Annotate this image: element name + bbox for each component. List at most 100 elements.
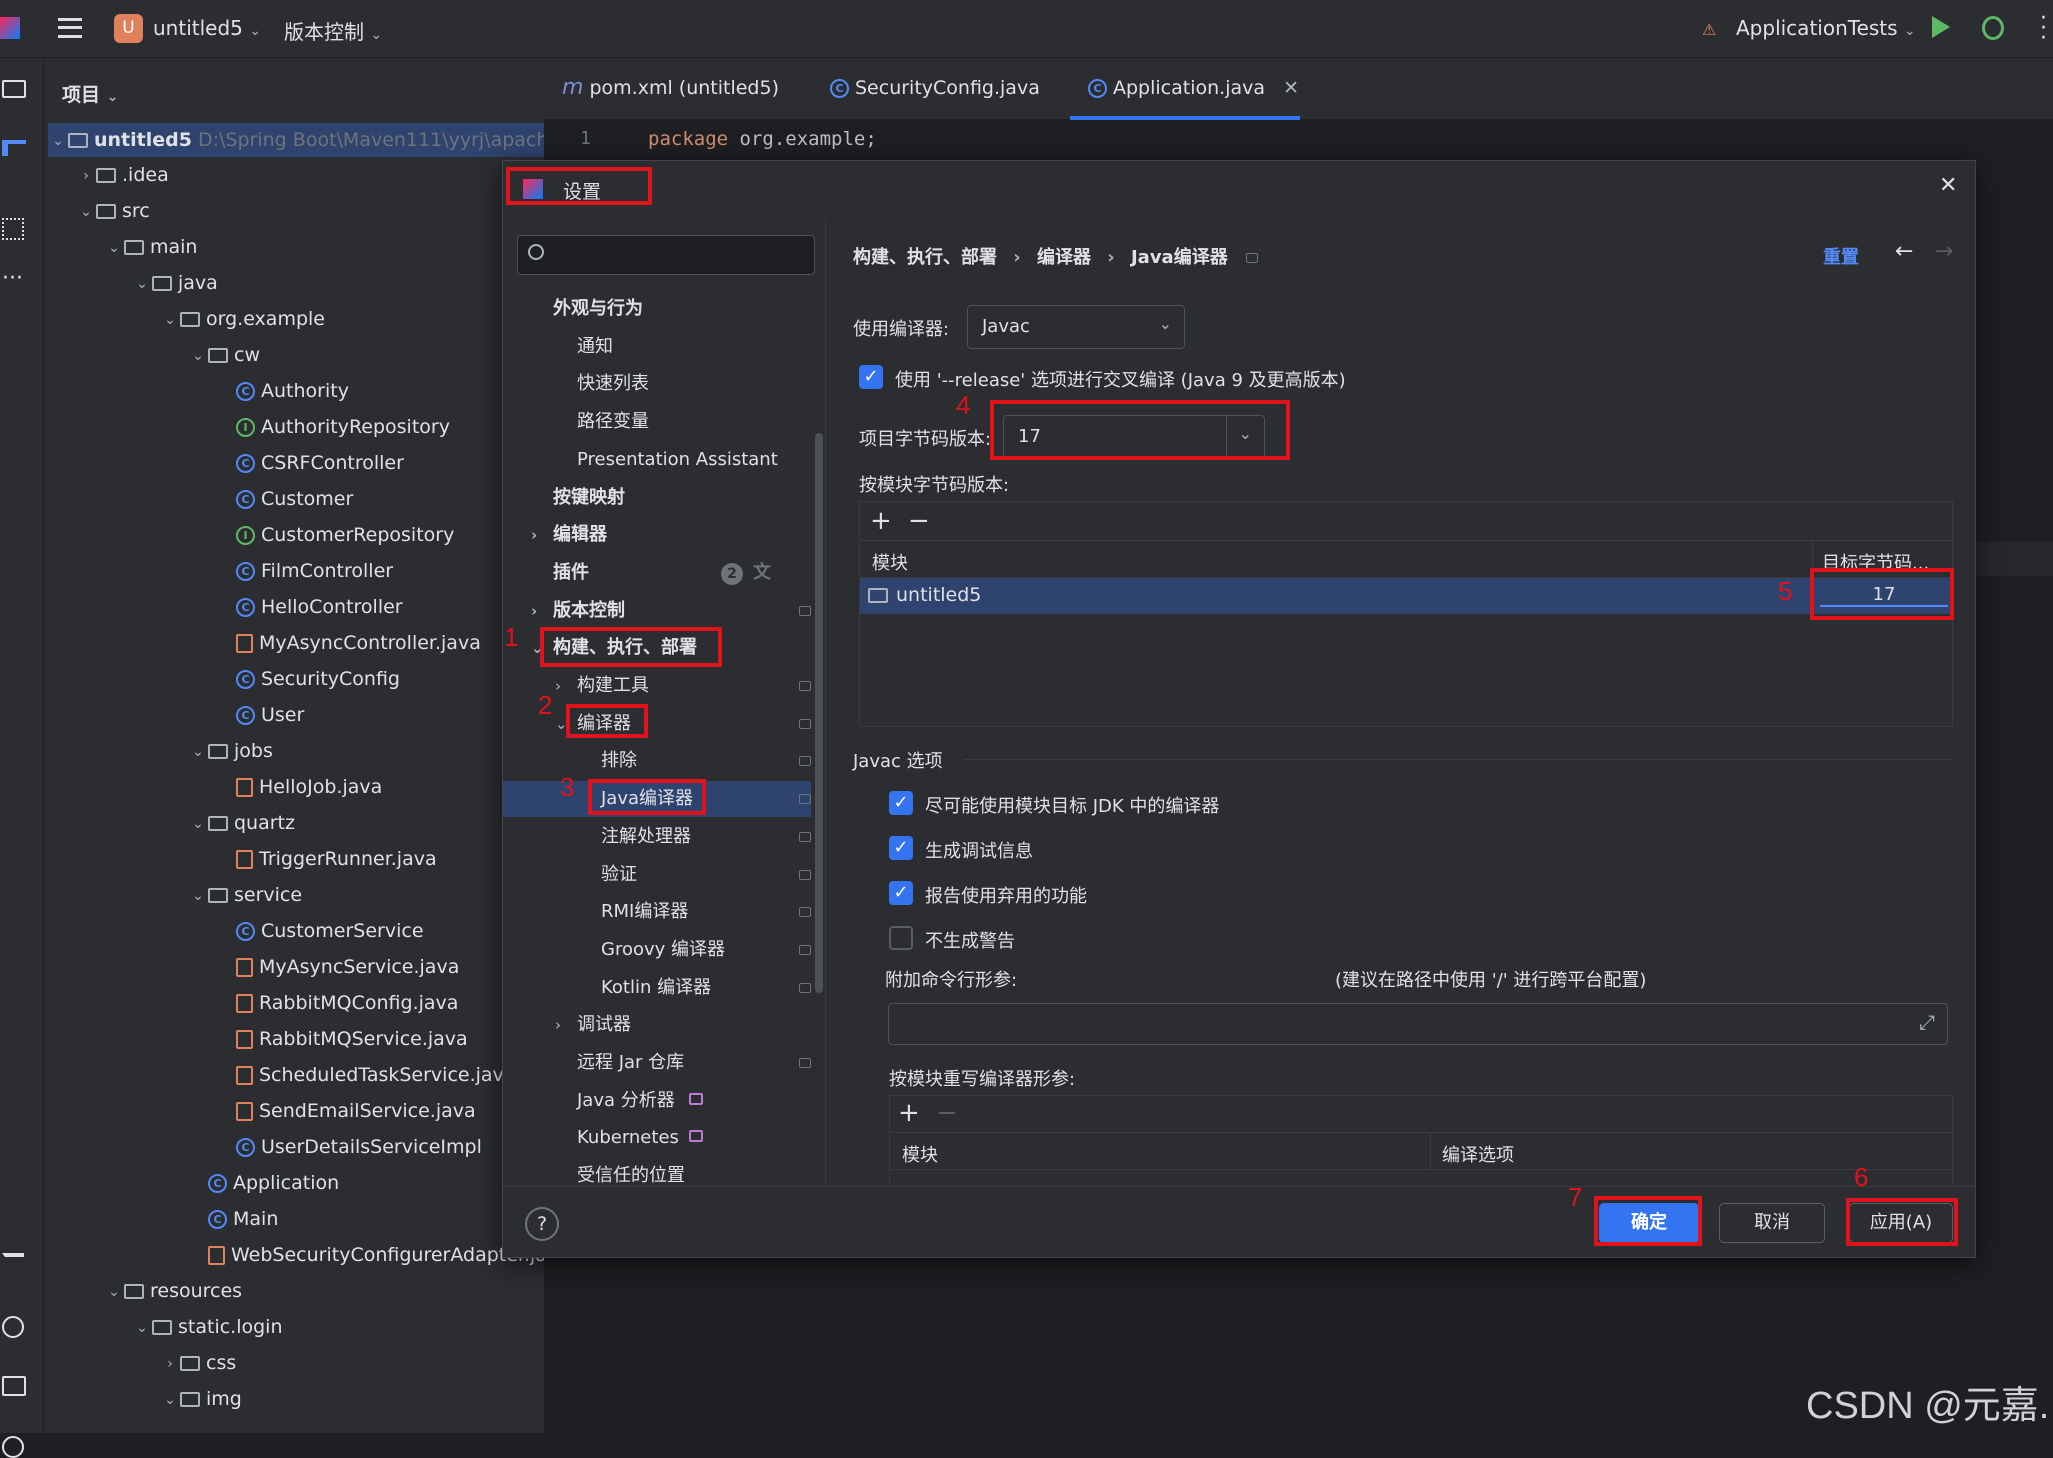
opt3-checkbox[interactable]: ✓ <box>889 881 913 905</box>
opt4-checkbox[interactable] <box>889 926 913 950</box>
terminal-tool-icon[interactable] <box>2 1376 26 1396</box>
code-line[interactable]: package org.example; <box>648 128 877 150</box>
settings-nav-item[interactable]: 注解处理器 <box>503 819 811 855</box>
structure-tool-icon[interactable] <box>2 140 26 156</box>
reset-link[interactable]: 重置 <box>1823 243 1859 269</box>
run-config-selector[interactable]: ApplicationTests ⌄ <box>1736 16 1916 40</box>
tree-item[interactable]: MyAsyncService.java <box>216 950 459 984</box>
close-icon[interactable]: ✕ <box>1283 77 1299 99</box>
tree-item[interactable]: MyAsyncController.java <box>216 626 481 660</box>
tree-item[interactable]: TriggerRunner.java <box>216 842 437 876</box>
tab-securityconfig[interactable]: C SecurityConfig.java <box>830 58 1040 118</box>
opt1-checkbox[interactable]: ✓ <box>889 791 913 815</box>
tree-item[interactable]: I AuthorityRepository <box>216 410 450 444</box>
settings-nav-item[interactable]: 通知 <box>503 329 811 365</box>
settings-nav-item[interactable]: 插件 2 文 <box>503 555 811 591</box>
settings-nav-item[interactable]: › 版本控制 <box>503 593 811 629</box>
tree-item[interactable]: ⌄ static.login <box>132 1310 282 1344</box>
settings-nav-item[interactable]: 路径变量 <box>503 404 811 440</box>
tree-item[interactable]: C Authority <box>216 374 349 408</box>
settings-nav-item[interactable]: › 编辑器 <box>503 517 811 553</box>
add-icon[interactable]: + <box>870 506 892 536</box>
tree-item[interactable]: › css <box>160 1346 236 1380</box>
cancel-button[interactable]: 取消 <box>1719 1203 1825 1243</box>
tree-item[interactable]: HelloJob.java <box>216 770 382 804</box>
settings-nav-item[interactable]: Groovy 编译器 <box>503 932 811 968</box>
tree-item[interactable]: ⌄ main <box>104 230 197 264</box>
tree-item[interactable]: ⌄ java <box>132 266 218 300</box>
add-icon[interactable]: + <box>898 1098 920 1128</box>
tree-item[interactable]: › .idea <box>76 158 169 192</box>
project-badge[interactable]: U <box>114 14 143 43</box>
settings-nav-item[interactable]: Presentation Assistant <box>503 442 811 478</box>
project-panel-header[interactable]: 项目 ⌄ <box>62 80 118 107</box>
breadcrumb-item[interactable]: 构建、执行、部署 <box>853 247 997 268</box>
settings-nav-item[interactable]: Kotlin 编译器 <box>503 970 811 1006</box>
settings-nav-item[interactable]: › 调试器 <box>503 1007 811 1043</box>
vcs-menu[interactable]: 版本控制 ⌄ <box>284 16 382 45</box>
project-tool-icon[interactable] <box>2 80 26 98</box>
run-icon[interactable] <box>1932 16 1950 38</box>
tree-item[interactable]: ⌄ img <box>160 1382 242 1416</box>
help-button[interactable]: ? <box>525 1207 559 1241</box>
tree-item[interactable]: ⌄ cw <box>188 338 260 372</box>
settings-nav-item[interactable]: RMI编译器 <box>503 894 811 930</box>
more-icon[interactable]: · · · <box>2040 8 2047 50</box>
build-tool-icon[interactable] <box>2 1253 24 1277</box>
tree-item[interactable]: RabbitMQService.java <box>216 1022 468 1056</box>
tree-item[interactable]: ⌄ service <box>188 878 302 912</box>
tab-pom[interactable]: m pom.xml (untitled5) <box>562 58 779 118</box>
compiler-select[interactable]: Javac ⌄ <box>967 305 1185 349</box>
more-tools-icon[interactable]: ··· <box>2 266 23 291</box>
settings-nav-item[interactable]: 快速列表 <box>503 366 811 402</box>
tree-item[interactable]: C UserDetailsServiceImpl <box>216 1130 482 1164</box>
tree-item[interactable]: ⌄ org.example <box>160 302 325 336</box>
nav-label: 验证 <box>601 863 637 885</box>
tree-item[interactable]: C FilmController <box>216 554 393 588</box>
settings-nav-item[interactable]: 排除 <box>503 743 811 779</box>
expand-icon[interactable]: ⤢ <box>1919 1010 1935 1034</box>
settings-nav-item[interactable]: 远程 Jar 仓库 <box>503 1045 811 1081</box>
tree-item[interactable]: I CustomerRepository <box>216 518 454 552</box>
debug-icon[interactable] <box>1982 16 2004 40</box>
tree-item[interactable]: RabbitMQConfig.java <box>216 986 458 1020</box>
tree-item[interactable]: C CustomerService <box>216 914 424 948</box>
tree-item[interactable]: C Customer <box>216 482 353 516</box>
services-tool-icon[interactable] <box>2 1316 24 1338</box>
tree-item[interactable]: ScheduledTaskService.java <box>216 1058 515 1092</box>
nav-scrollbar[interactable] <box>815 433 823 993</box>
tree-item[interactable]: C CSRFController <box>216 446 404 480</box>
settings-nav-item[interactable]: 按键映射 <box>503 480 811 516</box>
opt2-checkbox[interactable]: ✓ <box>889 836 913 860</box>
plugins-tool-icon[interactable] <box>2 218 24 240</box>
forward-icon[interactable]: → <box>1935 239 1953 264</box>
tree-item-label: Main <box>233 1208 279 1230</box>
tree-item[interactable]: ⌄ jobs <box>188 734 273 768</box>
tree-item[interactable]: ⌄ src <box>76 194 150 228</box>
tree-item[interactable]: C SecurityConfig <box>216 662 400 696</box>
back-icon[interactable]: ← <box>1895 239 1913 264</box>
problems-tool-icon[interactable] <box>2 1436 24 1458</box>
settings-nav-item[interactable]: 外观与行为 <box>503 291 811 327</box>
tree-item[interactable]: C User <box>216 698 304 732</box>
tab-application[interactable]: C Application.java ✕ <box>1088 58 1299 118</box>
project-switcher[interactable]: untitled5 ⌄ <box>153 16 261 40</box>
tree-item[interactable]: C Application <box>188 1166 339 1200</box>
cmd-input[interactable]: ⤢ <box>888 1003 1948 1045</box>
settings-nav-item[interactable]: Kubernetes <box>503 1120 811 1156</box>
settings-search-input[interactable] <box>517 235 815 275</box>
tree-item[interactable]: ⌄ resources <box>104 1274 242 1308</box>
tree-item[interactable]: ⌄ quartz <box>188 806 295 840</box>
settings-nav-item[interactable]: 验证 <box>503 857 811 893</box>
close-icon[interactable]: ✕ <box>1939 173 1957 198</box>
release-checkbox[interactable]: ✓ <box>859 365 883 389</box>
tree-root[interactable]: ⌄ untitled5 D:\Spring Boot\Maven111\yyrj\… <box>48 123 574 157</box>
remove-icon[interactable]: − <box>908 506 930 536</box>
tree-item[interactable]: SendEmailService.java <box>216 1094 476 1128</box>
tree-item[interactable]: C HelloController <box>216 590 403 624</box>
breadcrumb-item[interactable]: 编译器 <box>1037 247 1091 268</box>
tree-item[interactable]: C Main <box>188 1202 278 1236</box>
main-menu-icon[interactable] <box>58 18 82 38</box>
folder-icon <box>180 1356 200 1371</box>
settings-nav-item[interactable]: Java 分析器 <box>503 1083 811 1119</box>
